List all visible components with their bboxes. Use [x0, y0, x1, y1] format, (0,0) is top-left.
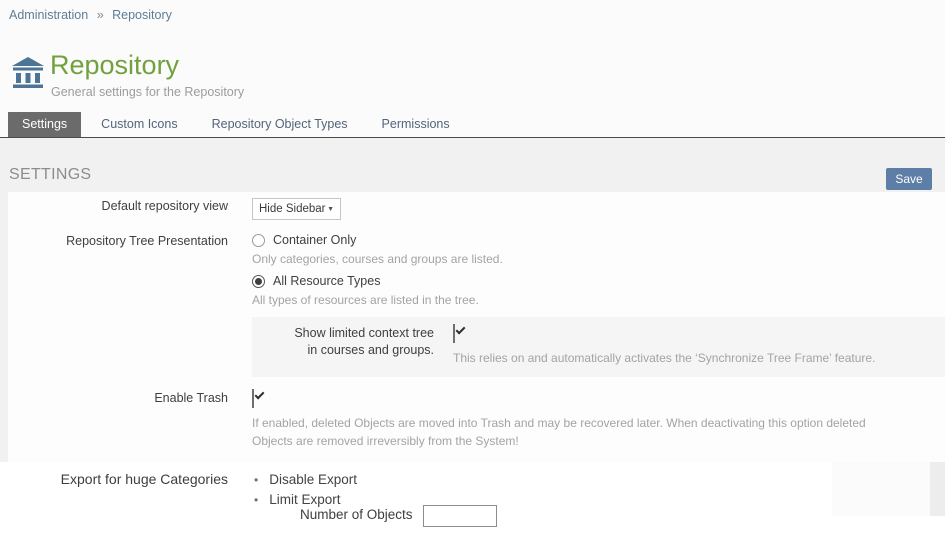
tab-bar: Settings Custom Icons Repository Object …: [0, 112, 945, 139]
limited-context-tree-row: Show limited context tree in courses and…: [252, 317, 945, 377]
tab-repository-object-types[interactable]: Repository Object Types: [198, 112, 362, 137]
breadcrumb-administration[interactable]: Administration: [9, 8, 88, 22]
default-view-label: Default repository view: [8, 198, 228, 220]
tree-presentation-row: Repository Tree Presentation Container O…: [8, 233, 945, 307]
settings-form: Default repository view Hide Sidebar ▼ R…: [8, 192, 945, 462]
container-only-label: Container Only: [273, 233, 356, 247]
container-only-option[interactable]: Container Only: [252, 233, 945, 247]
limited-context-tree-desc: This relies on and automatically activat…: [453, 350, 875, 367]
limited-context-tree-checkbox[interactable]: [453, 324, 455, 343]
repository-settings-page: Administration » Repository Repository G…: [0, 0, 945, 535]
tree-presentation-label: Repository Tree Presentation: [8, 233, 228, 307]
default-view-selected-value: Hide Sidebar: [259, 203, 325, 215]
all-resource-types-byline: All types of resources are listed in the…: [252, 293, 945, 307]
export-section-edge: [930, 462, 945, 516]
tab-permissions[interactable]: Permissions: [368, 112, 464, 137]
tab-settings[interactable]: Settings: [8, 112, 81, 137]
all-resource-types-option[interactable]: All Resource Types: [252, 274, 945, 288]
number-of-objects-input[interactable]: [423, 505, 497, 527]
save-button[interactable]: Save: [886, 168, 932, 190]
page-title: Repository: [50, 50, 179, 81]
page-subtitle: General settings for the Repository: [51, 85, 244, 99]
enable-trash-label: Enable Trash: [8, 390, 228, 450]
enable-trash-desc: If enabled, deleted Objects are moved in…: [252, 415, 894, 450]
section-title: SETTINGS: [9, 166, 91, 184]
enable-trash-checkbox[interactable]: [252, 389, 254, 408]
tab-custom-icons[interactable]: Custom Icons: [87, 112, 191, 137]
all-resource-types-radio[interactable]: [252, 275, 265, 288]
breadcrumb-repository[interactable]: Repository: [112, 8, 172, 22]
breadcrumb: Administration » Repository: [9, 8, 172, 22]
bank-icon: [10, 54, 46, 90]
chevron-down-icon: ▼: [327, 206, 334, 213]
left-margin-strip: [0, 192, 8, 462]
number-of-objects-label: Number of Objects: [300, 507, 413, 522]
all-resource-types-label: All Resource Types: [273, 274, 380, 288]
export-label: Export for huge Categories: [0, 471, 228, 487]
section-bar: [0, 138, 945, 192]
enable-trash-row: Enable Trash If enabled, deleted Objects…: [8, 390, 945, 450]
container-only-radio[interactable]: [252, 234, 265, 247]
container-only-byline: Only categories, courses and groups are …: [252, 252, 945, 266]
export-options-list: Disable Export Limit Export: [254, 470, 357, 510]
default-view-select[interactable]: Hide Sidebar ▼: [252, 198, 341, 220]
default-view-row: Default repository view Hide Sidebar ▼: [8, 198, 945, 220]
breadcrumb-separator: »: [97, 8, 104, 22]
limited-context-tree-label: Show limited context tree in courses and…: [252, 325, 434, 367]
export-option-disable: Disable Export: [254, 470, 357, 490]
